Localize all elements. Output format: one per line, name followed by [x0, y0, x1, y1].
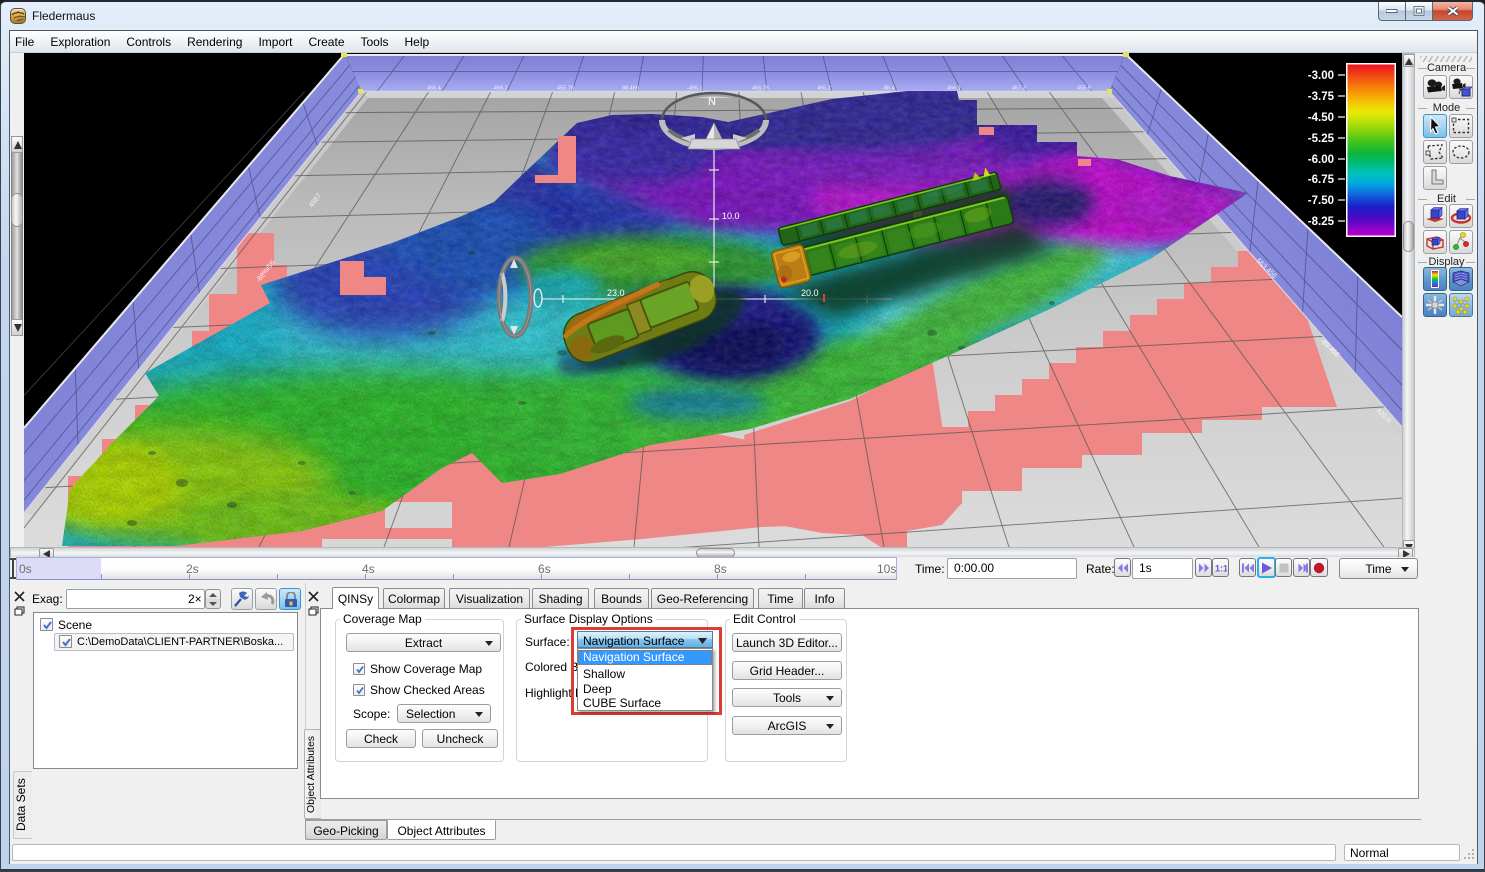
svg-text:-5.25: -5.25: [1308, 133, 1335, 145]
svg-text:456.1: 456.1: [947, 86, 961, 92]
svg-text:23.0: 23.0: [607, 288, 625, 298]
svg-text:455.2: 455.2: [817, 86, 831, 92]
svg-text:-6.75: -6.75: [1308, 174, 1335, 186]
svg-text:N: N: [708, 96, 716, 108]
svg-text:88.456: 88.456: [622, 86, 639, 92]
svg-text:-6.00: -6.00: [1308, 154, 1334, 166]
svg-text:-8.25: -8.25: [1308, 216, 1335, 228]
svg-text:-455.1: -455.1: [687, 86, 703, 92]
svg-text:456.78: 456.78: [752, 86, 769, 92]
svg-text:1:1: 1:1: [1215, 563, 1227, 572]
svg-text:-7.50: -7.50: [1308, 195, 1334, 207]
svg-text:-4.50: -4.50: [1308, 112, 1334, 124]
svg-text:20.0: 20.0: [801, 288, 819, 298]
svg-text:-3.75: -3.75: [1308, 91, 1335, 103]
svg-text:-456.2: -456.2: [492, 86, 508, 92]
svg-text:455.4: 455.4: [427, 86, 441, 92]
svg-text:-3.00: -3.00: [1308, 70, 1334, 82]
svg-text:455.9: 455.9: [1077, 86, 1091, 92]
svg-text:457.3: 457.3: [1012, 86, 1026, 92]
svg-text:10.0: 10.0: [722, 211, 740, 221]
svg-text:455.78: 455.78: [557, 86, 574, 92]
svg-text:-88.4: -88.4: [882, 86, 895, 92]
